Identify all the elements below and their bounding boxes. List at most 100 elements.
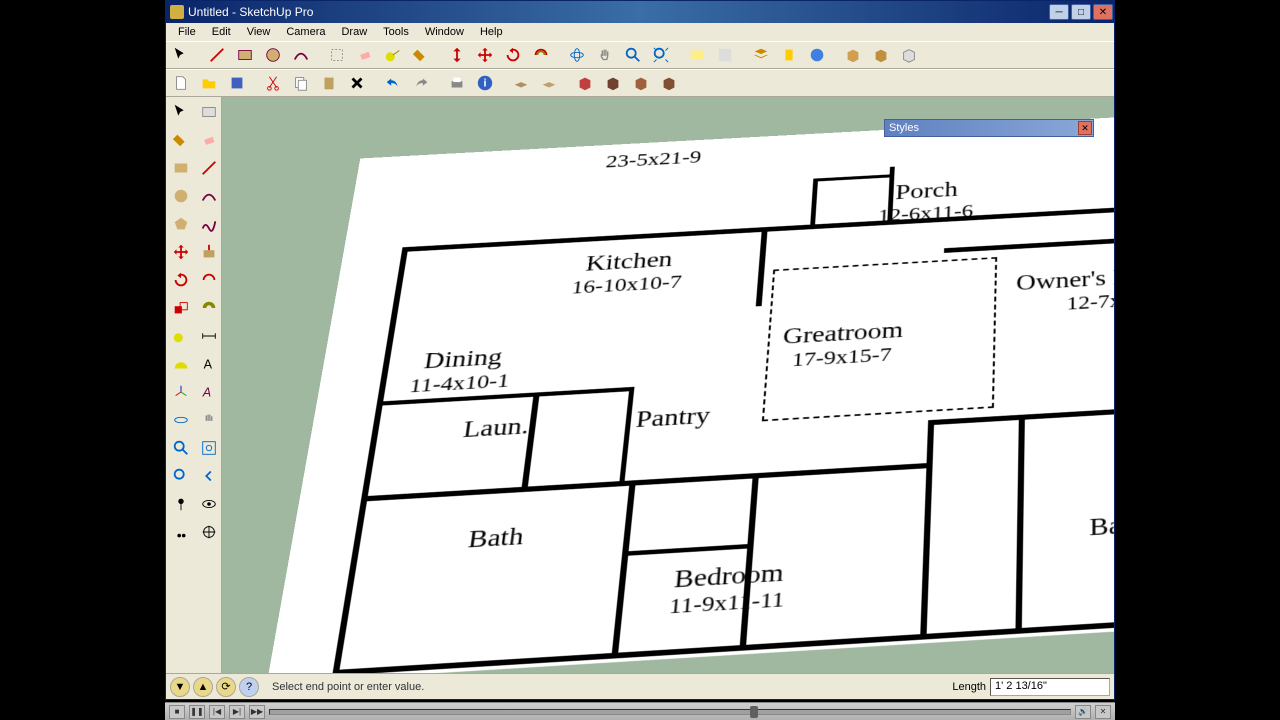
menu-draw[interactable]: Draw [333, 25, 375, 39]
redo-tool[interactable] [408, 71, 434, 95]
walk-tool[interactable] [168, 519, 194, 545]
arc-tool[interactable] [288, 43, 314, 67]
menu-view[interactable]: View [239, 25, 279, 39]
tape-measure[interactable] [380, 43, 406, 67]
select-tool[interactable] [168, 99, 194, 125]
place-model[interactable] [776, 43, 802, 67]
styles-panel[interactable]: Styles ✕ [884, 119, 1094, 137]
menu-window[interactable]: Window [417, 25, 472, 39]
rotate-tool[interactable] [500, 43, 526, 67]
3d-text[interactable]: A [196, 379, 222, 405]
stop-button[interactable]: ■ [169, 705, 185, 719]
viewport[interactable]: 23-5x21-9 Porch12-6x11-6 Kitchen16-10x10… [222, 97, 1114, 673]
eraser-tool[interactable] [352, 43, 378, 67]
styles-close-button[interactable]: ✕ [1078, 121, 1092, 135]
pause-button[interactable]: ❚❚ [189, 705, 205, 719]
layers-icon[interactable] [748, 43, 774, 67]
orbit-tool[interactable] [168, 407, 194, 433]
follow-me[interactable] [196, 267, 222, 293]
offset-tool[interactable] [196, 295, 222, 321]
xray-1-icon[interactable] [572, 71, 598, 95]
paint-bucket[interactable] [168, 127, 194, 153]
rectangle-tool[interactable] [232, 43, 258, 67]
select-tool[interactable] [168, 43, 194, 67]
scale-tool[interactable] [168, 295, 194, 321]
zoom-window[interactable] [196, 435, 222, 461]
dimension-tool[interactable] [196, 323, 222, 349]
menu-file[interactable]: File [170, 25, 204, 39]
rectangle-tool[interactable] [168, 155, 194, 181]
package-2-icon[interactable] [868, 43, 894, 67]
length-input[interactable]: 1' 2 13/16" [990, 678, 1110, 696]
video-close-icon[interactable]: ✕ [1095, 705, 1111, 719]
google-earth-icon[interactable] [804, 43, 830, 67]
push-pull[interactable] [196, 239, 222, 265]
delete-tool[interactable] [344, 71, 370, 95]
make-component[interactable] [324, 43, 350, 67]
status-up-icon[interactable]: ▲ [193, 677, 213, 697]
axes-tool[interactable] [168, 379, 194, 405]
menu-camera[interactable]: Camera [278, 25, 333, 39]
polygon-tool[interactable] [168, 211, 194, 237]
texture-icon[interactable] [656, 71, 682, 95]
eraser-tool[interactable] [196, 127, 222, 153]
prev-button[interactable]: |◀ [209, 705, 225, 719]
orbit-tool[interactable] [564, 43, 590, 67]
circle-tool[interactable] [168, 183, 194, 209]
menu-help[interactable]: Help [472, 25, 511, 39]
paste-tool[interactable] [316, 71, 342, 95]
paint-bucket[interactable] [408, 43, 434, 67]
maximize-button[interactable]: □ [1071, 4, 1091, 20]
arc-tool[interactable] [196, 183, 222, 209]
copy-tool[interactable] [288, 71, 314, 95]
volume-icon[interactable]: 🔊 [1075, 705, 1091, 719]
menu-edit[interactable]: Edit [204, 25, 239, 39]
component-tool[interactable] [196, 99, 222, 125]
freehand-tool[interactable] [196, 211, 222, 237]
push-pull[interactable] [444, 43, 470, 67]
help-icon[interactable]: ? [239, 677, 259, 697]
look-around[interactable] [196, 491, 222, 517]
pan-tool[interactable] [196, 407, 222, 433]
line-tool[interactable] [196, 155, 222, 181]
component-options[interactable] [712, 43, 738, 67]
status-down-icon[interactable]: ▼ [170, 677, 190, 697]
minimize-button[interactable]: ─ [1049, 4, 1069, 20]
step-button[interactable]: ▶| [229, 705, 245, 719]
info-tool[interactable]: i [472, 71, 498, 95]
protractor[interactable] [168, 351, 194, 377]
text-tool[interactable]: A [196, 351, 222, 377]
pan-tool[interactable] [592, 43, 618, 67]
zoom-tool[interactable] [620, 43, 646, 67]
move-tool[interactable] [472, 43, 498, 67]
close-button[interactable]: ✕ [1093, 4, 1113, 20]
status-refresh-icon[interactable]: ⟳ [216, 677, 236, 697]
new-file[interactable] [168, 71, 194, 95]
position-camera[interactable] [168, 491, 194, 517]
open-file[interactable] [196, 71, 222, 95]
move-tool[interactable] [168, 239, 194, 265]
shadows-1-icon[interactable] [508, 71, 534, 95]
zoom-extents[interactable] [168, 463, 194, 489]
xray-3-icon[interactable] [628, 71, 654, 95]
package-1-icon[interactable] [840, 43, 866, 67]
offset-tool[interactable] [528, 43, 554, 67]
zoom-extents[interactable] [648, 43, 674, 67]
next-button[interactable]: ▶▶ [249, 705, 265, 719]
cube-icon[interactable] [896, 43, 922, 67]
line-tool[interactable] [204, 43, 230, 67]
tape-measure[interactable] [168, 323, 194, 349]
zoom-tool[interactable] [168, 435, 194, 461]
xray-2-icon[interactable] [600, 71, 626, 95]
cut-tool[interactable] [260, 71, 286, 95]
print-tool[interactable] [444, 71, 470, 95]
save-file[interactable] [224, 71, 250, 95]
menu-tools[interactable]: Tools [375, 25, 417, 39]
section-plane[interactable] [196, 519, 222, 545]
seek-slider[interactable] [269, 709, 1071, 715]
previous-view[interactable] [196, 463, 222, 489]
shadows-2-icon[interactable] [536, 71, 562, 95]
circle-tool[interactable] [260, 43, 286, 67]
rotate-tool[interactable] [168, 267, 194, 293]
undo-tool[interactable] [380, 71, 406, 95]
